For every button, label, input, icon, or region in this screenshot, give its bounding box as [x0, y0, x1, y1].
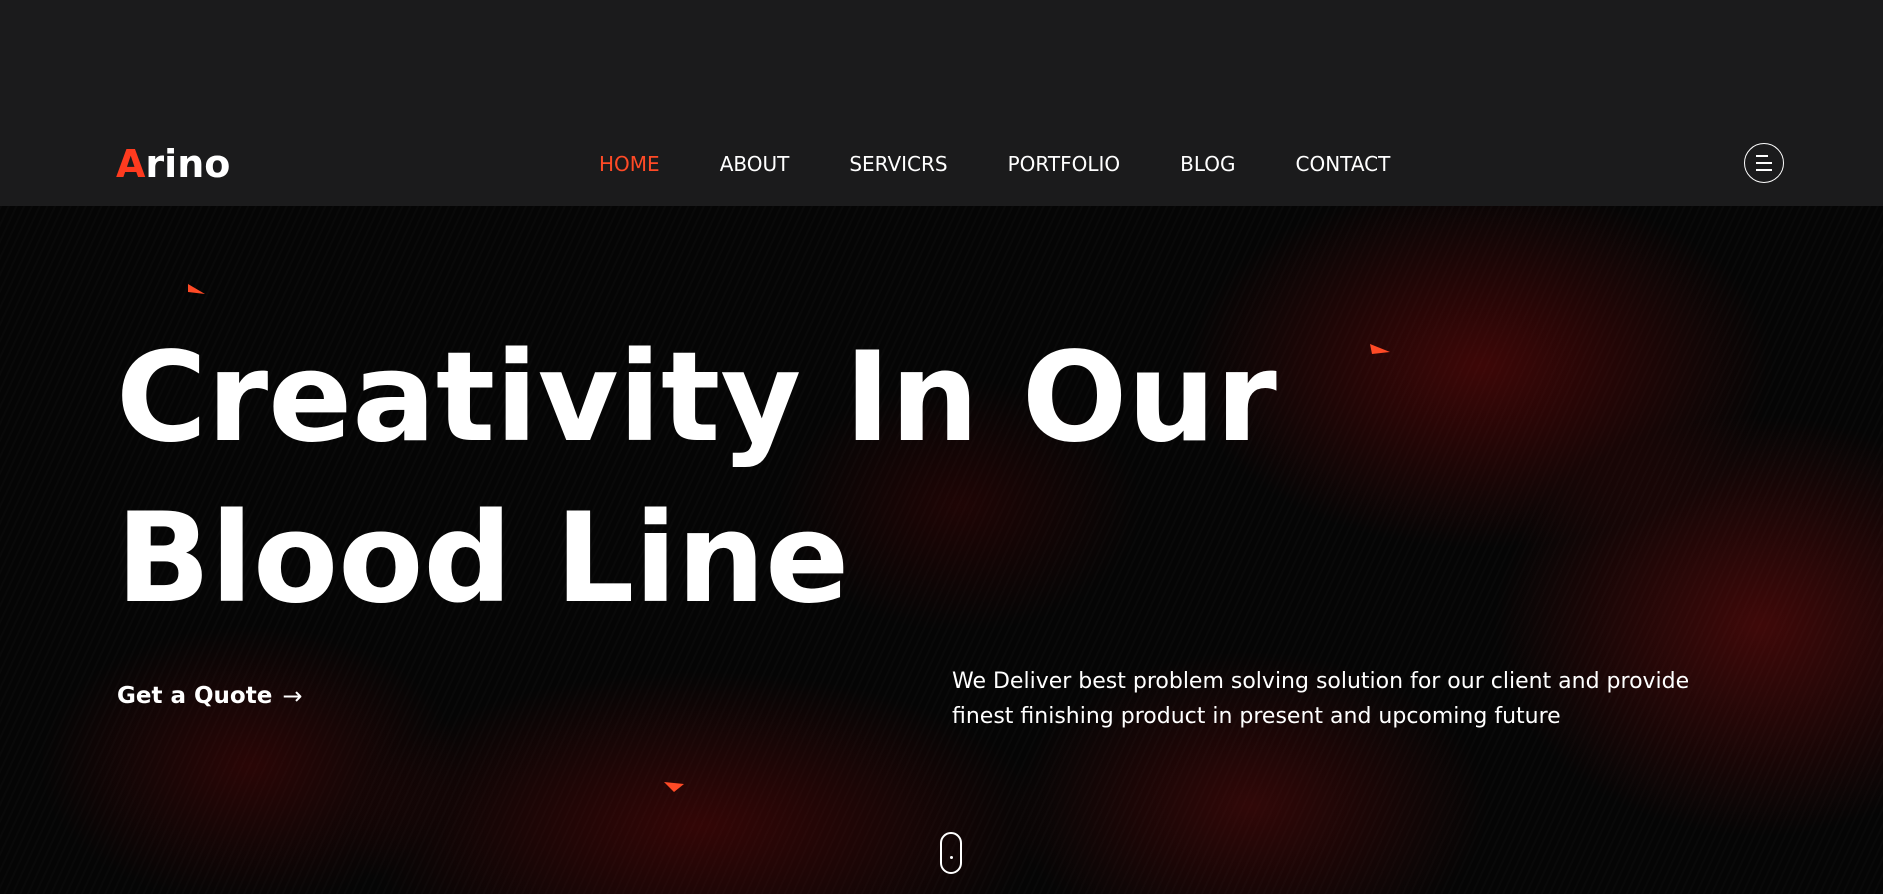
- mouse-scroll-icon[interactable]: [940, 832, 962, 874]
- site-header: Arino HOME ABOUT SERVICRS PORTFOLIO BLOG…: [0, 0, 1883, 206]
- nav-item-blog[interactable]: BLOG: [1180, 150, 1235, 178]
- hamburger-bar-top: [1756, 155, 1768, 157]
- arrow-right-icon: →: [282, 682, 303, 710]
- menu-toggle-button[interactable]: [1744, 143, 1784, 183]
- page: Arino HOME ABOUT SERVICRS PORTFOLIO BLOG…: [0, 0, 1883, 894]
- scroll-dot: [950, 856, 953, 859]
- hero-headline: Creativity In Our Blood Line: [116, 318, 1277, 640]
- hero-description: We Deliver best problem solving solution…: [952, 669, 1690, 729]
- nav-item-services[interactable]: SERVICRS: [849, 150, 947, 178]
- decor-triangle-3: [664, 782, 684, 792]
- decor-triangle-1: [188, 284, 205, 294]
- main-nav: HOME ABOUT SERVICRS PORTFOLIO BLOG CONTA…: [599, 150, 1450, 178]
- logo-accent-letter: A: [116, 142, 146, 186]
- decor-triangle-2: [1370, 344, 1390, 354]
- nav-item-home[interactable]: HOME: [599, 150, 660, 178]
- site-logo[interactable]: Arino: [116, 140, 230, 188]
- nav-item-about[interactable]: ABOUT: [720, 150, 790, 178]
- get-quote-label: Get a Quote: [117, 683, 273, 709]
- nav-item-portfolio[interactable]: PORTFOLIO: [1008, 150, 1121, 178]
- logo-text: rino: [145, 142, 231, 186]
- get-quote-button[interactable]: Get a Quote →: [117, 682, 302, 710]
- hamburger-bar-bottom: [1756, 169, 1772, 171]
- hamburger-bar-middle: [1756, 162, 1772, 164]
- headline-line-2: Blood Line: [116, 487, 850, 631]
- headline-line-1: Creativity In Our: [116, 326, 1277, 470]
- nav-item-contact[interactable]: CONTACT: [1296, 150, 1391, 178]
